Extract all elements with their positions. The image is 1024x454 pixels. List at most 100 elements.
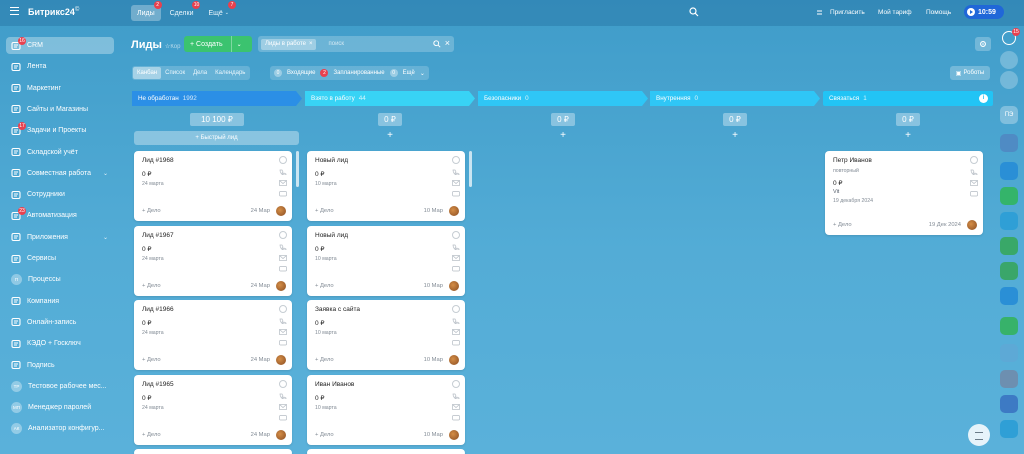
contacts-icon[interactable] xyxy=(1000,212,1018,230)
sidebar-item[interactable]: ТР Тестовое рабочее мес... xyxy=(6,378,114,395)
chevron-down-icon[interactable]: ⌄ xyxy=(232,41,242,48)
sidebar-item[interactable]: 17 Задачи и Проекты xyxy=(6,121,114,139)
view-calendar[interactable]: Календарь xyxy=(211,67,249,79)
sidebar-item[interactable]: Сервисы xyxy=(6,250,114,267)
scrollbar[interactable] xyxy=(469,151,472,187)
user-avatar[interactable] xyxy=(1000,134,1018,152)
card-title[interactable]: Лид #1967 xyxy=(142,232,174,239)
add-activity-link[interactable]: + Дело xyxy=(315,357,334,363)
tab-deals[interactable]: Сделки 10 xyxy=(164,1,201,21)
sidebar-item[interactable]: Онлайн-запись xyxy=(6,314,114,331)
filter-more[interactable]: Ещё xyxy=(403,70,415,76)
phone-icon[interactable] xyxy=(452,318,460,324)
search-input[interactable]: поиск xyxy=(328,41,344,47)
phone-icon[interactable] xyxy=(452,244,460,250)
view-kanban[interactable]: Канбан xyxy=(133,67,162,79)
view-list[interactable]: Список xyxy=(161,67,189,79)
telephony-icon[interactable] xyxy=(1000,262,1018,280)
phone-icon[interactable] xyxy=(279,393,287,399)
chevron-down-icon[interactable]: ⌄ xyxy=(103,234,108,241)
add-item-button[interactable]: + xyxy=(478,131,648,141)
filter-chip[interactable]: Лиды в работе × xyxy=(261,38,317,50)
chevron-down-icon[interactable]: ⌄ xyxy=(103,170,108,177)
card-settings-icon[interactable] xyxy=(970,156,978,164)
add-activity-link[interactable]: + Дело xyxy=(142,357,161,363)
email-icon[interactable] xyxy=(452,180,460,186)
lead-card[interactable]: Лид #1966 0 ₽ 24 марта + Дело 24 Мар xyxy=(134,300,292,370)
phone-icon[interactable] xyxy=(279,169,287,175)
avatar[interactable] xyxy=(276,355,286,365)
email-icon[interactable] xyxy=(279,180,287,186)
help-button[interactable]: Помощь xyxy=(926,9,951,16)
sidebar-item[interactable]: Лента xyxy=(6,58,114,75)
email-icon[interactable] xyxy=(452,403,460,410)
lead-card[interactable]: Лид #1967 0 ₽ 24 марта + Дело 24 Мар xyxy=(134,225,292,296)
sidebar-item[interactable]: Приложения ⌄ xyxy=(6,229,114,246)
sidebar-item[interactable]: Совместная работа ⌄ xyxy=(6,165,114,182)
avatar[interactable] xyxy=(276,429,286,440)
chevron-down-icon[interactable]: ⌄ xyxy=(420,70,425,77)
phone-icon[interactable] xyxy=(279,318,287,324)
chat-icon[interactable] xyxy=(279,340,287,346)
email-icon[interactable] xyxy=(279,403,287,410)
create-button[interactable]: + Создать ⌄ xyxy=(184,36,252,52)
notifications-icon[interactable] xyxy=(1000,51,1018,69)
chat-icon[interactable] xyxy=(970,191,978,197)
worktime-button[interactable]: 10:59 xyxy=(964,5,1004,19)
filter-incoming[interactable]: Входящие xyxy=(287,70,315,76)
add-item-button[interactable]: + xyxy=(823,131,993,141)
email-icon[interactable] xyxy=(970,180,978,186)
email-icon[interactable] xyxy=(452,254,460,261)
sidebar-item[interactable]: 23 Автоматизация xyxy=(6,206,114,224)
search-icon[interactable] xyxy=(433,40,441,48)
card-title[interactable]: Новый лид xyxy=(315,157,348,164)
chat-icon[interactable] xyxy=(1000,187,1018,205)
clear-icon[interactable]: × xyxy=(445,38,450,48)
sidebar-item[interactable]: Сотрудники xyxy=(6,186,114,203)
add-activity-link[interactable]: + Дело xyxy=(315,283,334,289)
add-activity-link[interactable]: + Дело xyxy=(833,222,852,228)
filter-search[interactable]: Лиды в работе × поиск × xyxy=(258,36,454,52)
bitrix-icon[interactable] xyxy=(1000,395,1018,413)
lead-card-partial[interactable] xyxy=(134,449,292,454)
lead-card[interactable]: Петр Иванов повторный 0 ₽ Vit 19 декабря 202… xyxy=(825,151,983,235)
add-activity-link[interactable]: + Дело xyxy=(315,208,334,214)
chat-button[interactable] xyxy=(968,424,990,446)
robots-button[interactable]: ▣ Роботы xyxy=(950,66,990,80)
card-settings-icon[interactable] xyxy=(452,305,460,313)
lead-card[interactable]: Новый лид 0 ₽ 10 марта + Дело 10 Мар xyxy=(307,151,465,221)
menu-icon[interactable] xyxy=(10,7,19,15)
column-header[interactable]: Безопасники 0 xyxy=(478,91,648,106)
add-activity-link[interactable]: + Дело xyxy=(142,283,161,289)
chat-icon[interactable] xyxy=(452,265,460,272)
tab-leads[interactable]: Лиды 2 xyxy=(131,1,162,21)
lead-card[interactable]: Лид #1965 0 ₽ 24 марта + Дело 24 Мар xyxy=(134,374,292,445)
avatar[interactable] xyxy=(967,220,977,230)
sidebar-item[interactable]: Подпись xyxy=(6,357,114,374)
team-avatar[interactable] xyxy=(1000,370,1018,388)
brand-logo[interactable]: Битрикс24© xyxy=(28,7,79,17)
sidebar-item[interactable]: МП Менеджер паролей xyxy=(6,399,114,416)
search-rail-icon[interactable] xyxy=(1000,71,1018,89)
column-header[interactable]: Внутренняя 0 xyxy=(650,91,820,106)
phone-icon[interactable] xyxy=(279,244,287,250)
close-icon[interactable]: × xyxy=(309,41,313,47)
card-title[interactable]: Лид #1968 xyxy=(142,157,174,164)
sidebar-item[interactable]: Компания xyxy=(6,293,114,310)
lead-card[interactable]: Иван Иванов 0 ₽ 10 марта + Дело 10 Мар xyxy=(307,374,465,445)
chat-icon[interactable] xyxy=(279,265,287,272)
chat-icon[interactable] xyxy=(452,414,460,421)
card-settings-icon[interactable] xyxy=(279,305,287,313)
card-contact[interactable]: Vit xyxy=(833,189,839,195)
info-icon[interactable]: i xyxy=(979,94,988,103)
search-icon[interactable] xyxy=(689,7,699,17)
add-activity-link[interactable]: + Дело xyxy=(315,432,334,438)
column-header[interactable]: Связаться 1 i xyxy=(823,91,993,106)
card-title[interactable]: Лид #1965 xyxy=(142,381,174,388)
card-settings-icon[interactable] xyxy=(279,230,287,239)
scrollbar[interactable] xyxy=(296,151,299,187)
sidebar-item[interactable]: 16 CRM xyxy=(6,36,114,54)
invite-button[interactable]: Пригласить xyxy=(830,9,865,16)
avatar[interactable] xyxy=(449,429,459,440)
email-icon[interactable] xyxy=(279,254,287,261)
